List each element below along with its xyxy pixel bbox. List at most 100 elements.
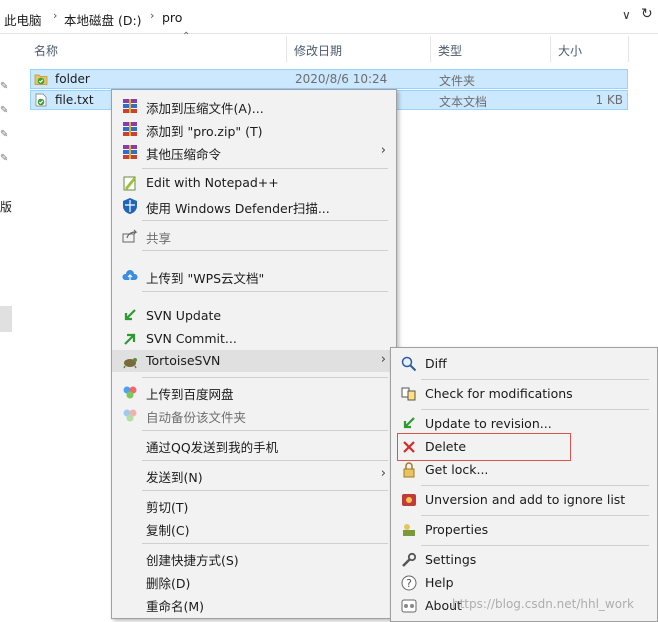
text-file-svn-icon	[35, 93, 47, 107]
file-name: folder	[55, 72, 90, 86]
svn-item-help[interactable]: ? Help	[391, 572, 657, 594]
menu-item-add-to-archive[interactable]: 添加到压缩文件(A)...	[112, 95, 396, 117]
file-type: 文件夹	[439, 74, 476, 88]
lock-icon	[403, 462, 415, 478]
delete-highlight-box	[397, 433, 571, 461]
menu-item-copy[interactable]: 复制(C)	[112, 517, 396, 539]
pin-icon: ✎	[0, 105, 9, 116]
menu-separator	[142, 490, 388, 491]
file-size: 1 KB	[595, 93, 623, 107]
winrar-icon	[123, 99, 137, 113]
defender-shield-icon	[123, 198, 137, 214]
menu-item-rename[interactable]: 重命名(M)	[112, 593, 396, 615]
winrar-icon	[123, 122, 137, 136]
menu-separator	[142, 377, 388, 378]
svn-item-diff[interactable]: Diff	[391, 353, 657, 375]
menu-item-notepad-plus-plus[interactable]: Edit with Notepad++	[112, 172, 396, 194]
nav-pane-label[interactable]: 版	[0, 198, 12, 215]
column-header: ⌃ 名称 修改日期 类型 大小	[30, 31, 630, 62]
svn-item-properties[interactable]: Properties	[391, 519, 657, 541]
settings-wrench-icon	[402, 552, 417, 567]
menu-item-cut[interactable]: 剪切(T)	[112, 494, 396, 516]
submenu-arrow-icon: ›	[380, 352, 386, 367]
refresh-icon[interactable]: ↻	[641, 6, 653, 22]
context-menu: 添加到压缩文件(A)... 添加到 "pro.zip" (T) 其他压缩命令 ›…	[111, 89, 397, 619]
baidu-netdisk-icon	[123, 409, 137, 422]
column-type[interactable]: 类型	[438, 42, 462, 59]
address-bar[interactable]: 此电脑 › 本地磁盘 (D:) › pro ∨ ↻	[0, 0, 658, 34]
svn-item-update-to-revision[interactable]: Update to revision...	[391, 413, 657, 435]
menu-item-upload-wps[interactable]: 上传到 "WPS云文档"	[112, 265, 396, 287]
menu-item-defender-scan[interactable]: 使用 Windows Defender扫描...	[112, 195, 396, 217]
properties-icon	[403, 524, 415, 536]
update-revision-icon	[403, 417, 415, 429]
menu-item-other-compress[interactable]: 其他压缩命令 ›	[112, 141, 396, 163]
breadcrumb-local-disk[interactable]: 本地磁盘 (D:)	[64, 10, 142, 29]
baidu-netdisk-icon	[123, 386, 137, 399]
column-divider[interactable]	[628, 36, 629, 62]
magnifier-icon	[401, 356, 417, 372]
menu-item-add-to-pro-zip[interactable]: 添加到 "pro.zip" (T)	[112, 118, 396, 140]
wps-cloud-icon	[122, 270, 138, 280]
share-icon	[122, 229, 138, 243]
file-modified: 2020/8/6 10:24	[295, 72, 388, 86]
menu-separator	[421, 545, 649, 546]
column-divider[interactable]	[286, 36, 287, 62]
breadcrumb-separator[interactable]: ›	[150, 9, 154, 22]
file-row-folder[interactable]: folder 2020/8/6 10:24 文件夹	[30, 69, 628, 89]
menu-item-upload-baidu[interactable]: 上传到百度网盘	[112, 381, 396, 403]
menu-item-share[interactable]: 共享	[112, 225, 396, 247]
notepad-plus-plus-icon	[123, 176, 136, 191]
svn-item-unversion-ignore[interactable]: Unversion and add to ignore list	[391, 489, 657, 511]
folder-svn-icon	[34, 74, 48, 85]
breadcrumb-this-pc[interactable]: 此电脑	[4, 10, 42, 29]
menu-separator	[142, 220, 388, 221]
menu-item-send-to[interactable]: 发送到(N) ›	[112, 464, 396, 486]
submenu-arrow-icon: ›	[380, 466, 386, 481]
address-dropdown-icon[interactable]: ∨	[622, 8, 631, 22]
menu-separator	[142, 460, 388, 461]
breadcrumb-pro[interactable]: pro	[162, 10, 182, 25]
submenu-arrow-icon: ›	[380, 143, 386, 158]
menu-separator	[142, 291, 388, 292]
tortoisesvn-icon	[123, 358, 137, 369]
pin-icon: ✎	[0, 129, 9, 140]
sort-ascending-icon: ⌃	[182, 31, 191, 42]
menu-item-create-shortcut[interactable]: 创建快捷方式(S)	[112, 547, 396, 569]
menu-separator	[421, 515, 649, 516]
svn-update-icon	[124, 309, 136, 321]
ignore-list-icon	[402, 494, 416, 506]
help-icon: ?	[401, 575, 417, 591]
menu-item-tortoisesvn[interactable]: TortoiseSVN ›	[112, 350, 396, 372]
watermark: https://blog.csdn.net/hhl_work	[452, 597, 634, 611]
menu-separator	[142, 250, 388, 251]
file-name: file.txt	[55, 93, 94, 107]
pin-icon: ✎	[0, 81, 9, 92]
menu-separator	[142, 430, 388, 431]
menu-separator	[142, 543, 388, 544]
column-divider[interactable]	[430, 36, 431, 62]
menu-item-svn-commit[interactable]: SVN Commit...	[112, 328, 396, 350]
menu-separator	[421, 485, 649, 486]
svn-item-check-modifications[interactable]: Check for modifications	[391, 383, 657, 405]
column-name[interactable]: 名称	[34, 42, 58, 59]
svn-item-settings[interactable]: Settings	[391, 549, 657, 571]
check-modifications-icon	[401, 387, 416, 401]
menu-item-delete[interactable]: 删除(D)	[112, 570, 396, 592]
menu-item-svn-update[interactable]: SVN Update	[112, 305, 396, 327]
menu-item-auto-backup[interactable]: 自动备份该文件夹	[112, 404, 396, 426]
pin-icon: ✎	[0, 153, 9, 164]
menu-item-send-qq[interactable]: 通过QQ发送到我的手机	[112, 434, 396, 456]
column-size[interactable]: 大小	[558, 42, 582, 59]
svg-text:?: ?	[406, 577, 412, 590]
nav-pane-selected[interactable]	[0, 306, 12, 332]
svn-commit-icon	[124, 333, 136, 345]
breadcrumb-separator[interactable]: ›	[53, 9, 57, 22]
column-divider[interactable]	[550, 36, 551, 62]
winrar-icon	[123, 145, 137, 159]
svn-item-get-lock[interactable]: Get lock...	[391, 459, 657, 481]
menu-separator	[142, 168, 388, 169]
column-modified[interactable]: 修改日期	[294, 42, 342, 59]
tortoisesvn-submenu: Diff Check for modifications Update to r…	[390, 347, 658, 622]
menu-separator	[421, 379, 649, 380]
